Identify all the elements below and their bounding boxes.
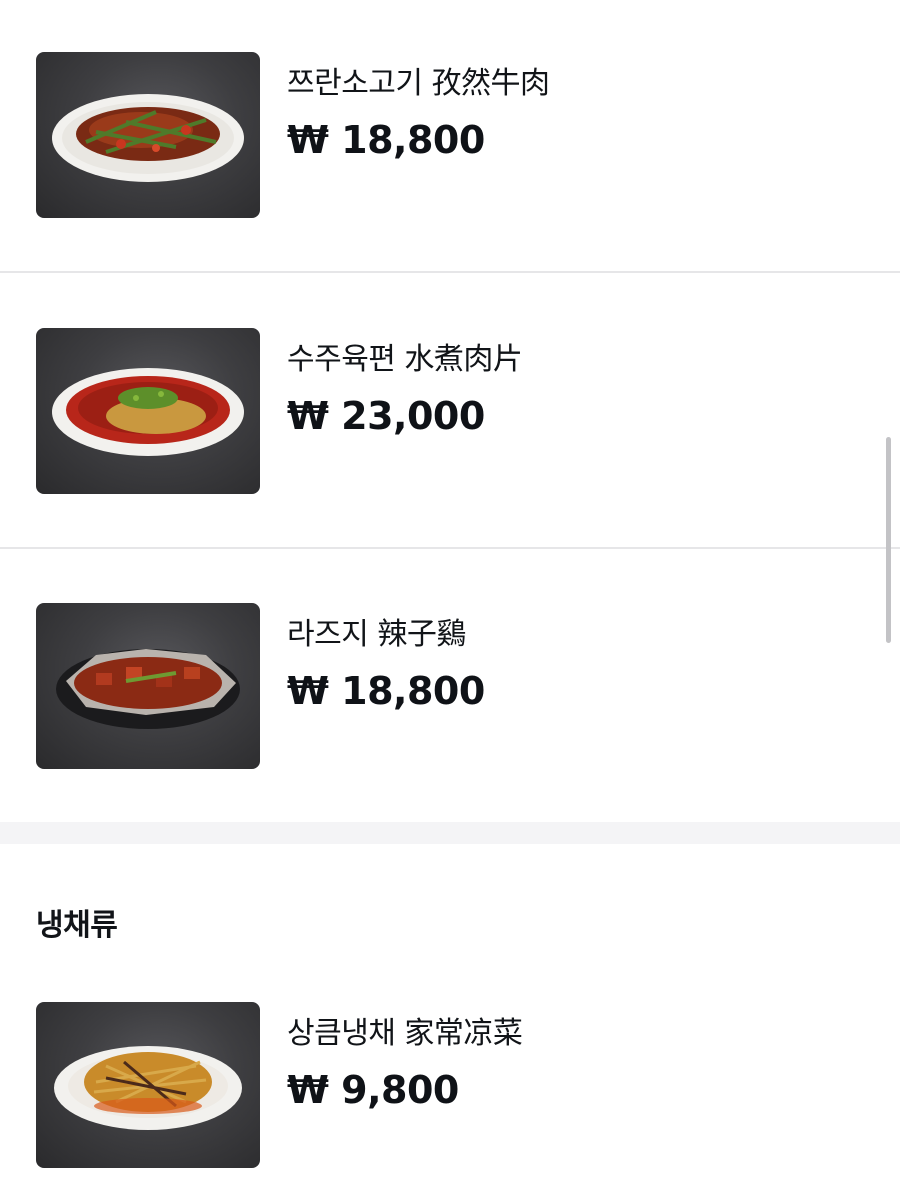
menu-item[interactable]: 상큼냉채 家常凉菜 ₩ 9,800 xyxy=(0,960,900,1185)
menu-item-name: 수주육편 水煮肉片 xyxy=(287,342,523,377)
menu-item-price: ₩ 9,800 xyxy=(287,1068,459,1112)
menu-item[interactable]: 수주육편 水煮肉片 ₩ 23,000 xyxy=(0,273,900,548)
scrollbar[interactable] xyxy=(886,437,891,643)
menu-item-name: 상큼냉채 家常凉菜 xyxy=(287,1016,523,1051)
menu-item-price: ₩ 23,000 xyxy=(287,394,485,438)
menu-item-name: 쯔란소고기 孜然牛肉 xyxy=(287,66,550,101)
section-separator xyxy=(0,822,900,844)
cumin-beef-photo xyxy=(36,52,260,218)
spicy-chicken-photo xyxy=(36,603,260,769)
cold-salad-photo xyxy=(36,1002,260,1168)
menu-item-price: ₩ 18,800 xyxy=(287,118,485,162)
menu-item-name: 라즈지 辣子鷄 xyxy=(287,617,466,652)
menu-item-price: ₩ 18,800 xyxy=(287,669,485,713)
section-title: 냉채류 xyxy=(36,908,118,943)
menu-item[interactable]: 쯔란소고기 孜然牛肉 ₩ 18,800 xyxy=(0,0,900,272)
boiled-pork-photo xyxy=(36,328,260,494)
menu-item[interactable]: 라즈지 辣子鷄 ₩ 18,800 xyxy=(0,549,900,822)
menu-screen: 쯔란소고기 孜然牛肉 ₩ 18,800 수주육편 水煮肉片 ₩ 23,000 라… xyxy=(0,0,900,1185)
